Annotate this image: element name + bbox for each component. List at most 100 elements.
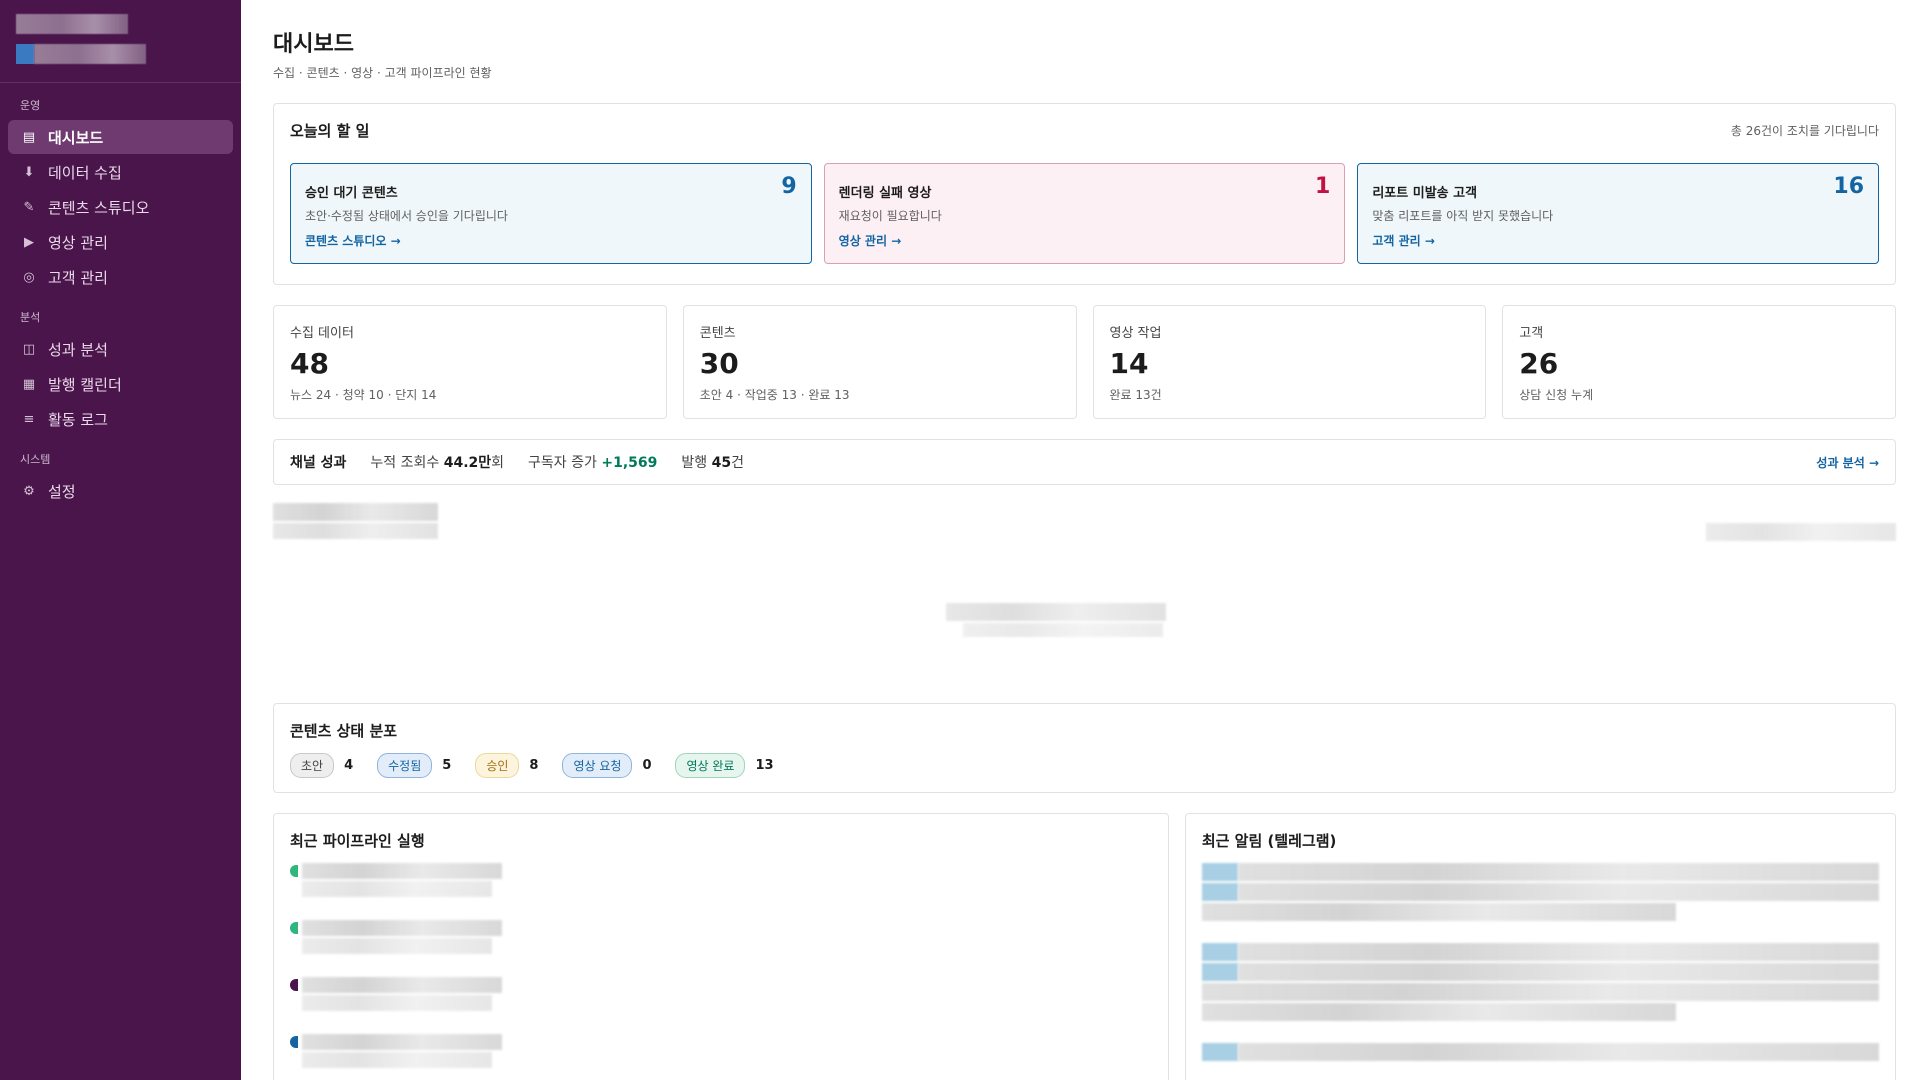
- stat-value: 26: [1519, 347, 1559, 380]
- stat-label: 콘텐츠: [699, 326, 736, 341]
- task-card: 승인 대기 콘텐츠 초안·수정됨 상태에서 승인을 기다립니다 콘텐츠 스튜디오…: [290, 163, 812, 264]
- stat-label: 수집 데이터: [290, 326, 354, 341]
- status-badges: 초안 4 수정됨 5 승인 8 영상 요청 0 영상 완료 13: [290, 753, 1879, 778]
- task-description: 재요청이 필요합니다: [838, 209, 942, 223]
- task-count: 1: [1315, 174, 1331, 199]
- task-count: 16: [1833, 174, 1865, 199]
- sidebar-item-dashboard[interactable]: ▤ 대시보드: [8, 120, 233, 154]
- sidebar-item-calendar[interactable]: ▦ 발행 캘린더: [8, 367, 233, 401]
- task-description: 맞춤 리포트를 아직 받지 못했습니다: [1372, 209, 1554, 223]
- publish-metric: 발행 45건: [681, 455, 744, 471]
- status-dot-icon: [290, 1036, 298, 1048]
- task-card: 렌더링 실패 영상 재요청이 필요합니다 영상 관리 → 1: [823, 163, 1346, 264]
- task-link[interactable]: 고객 관리 →: [1372, 232, 1435, 249]
- status-count: 13: [755, 758, 774, 773]
- stats-row: 수집 데이터 48 뉴스 24 · 청약 10 · 단지 14 콘텐츠 30 초…: [273, 305, 1896, 419]
- subscriber-metric: 구독자 증가 +1,569: [528, 455, 658, 471]
- task-link[interactable]: 콘텐츠 스튜디오 →: [305, 232, 401, 249]
- status-dot-icon: [290, 865, 298, 877]
- sidebar-item-log[interactable]: ≡ 활동 로그: [8, 402, 233, 436]
- sidebar-item-label: 활동 로그: [48, 410, 108, 429]
- page-subtitle: 수집 · 콘텐츠 · 영상 · 고객 파이프라인 현황: [273, 66, 492, 80]
- stat-detail: 상담 신청 누계: [1519, 388, 1594, 402]
- sidebar-item-content[interactable]: ✎ 콘텐츠 스튜디오: [8, 190, 233, 224]
- todo-title: 오늘의 할 일: [290, 122, 370, 140]
- stat-card: 고객 26 상담 신청 누계: [1502, 305, 1896, 419]
- stat-card: 수집 데이터 48 뉴스 24 · 청약 10 · 단지 14: [273, 305, 667, 419]
- channel-performance: 채널 성과 누적 조회수 44.2만회 구독자 증가 +1,569 발행 45건…: [273, 439, 1896, 485]
- stat-detail: 뉴스 24 · 청약 10 · 단지 14: [290, 388, 437, 402]
- sidebar-nav: 운영 ▤ 대시보드 ⬇ 데이터 수집 ✎ 콘텐츠 스튜디오 ▶ 영상 관리 ◎ 고객 관리 분석 ◫ 성과…: [0, 83, 241, 508]
- analytics-link[interactable]: 성과 분석 →: [1816, 454, 1879, 471]
- task-link[interactable]: 영상 관리 →: [839, 232, 902, 249]
- sidebar-item-settings[interactable]: ⚙ 설정: [8, 474, 233, 508]
- task-title: 렌더링 실패 영상: [838, 186, 932, 201]
- pipeline-run-row: [290, 977, 1152, 1034]
- list-icon: ≡: [23, 411, 35, 427]
- sidebar-item-label: 성과 분석: [48, 340, 108, 359]
- views-metric: 누적 조회수 44.2만회: [370, 455, 505, 471]
- stat-label: 영상 작업: [1109, 326, 1162, 341]
- sidebar-item-data[interactable]: ⬇ 데이터 수집: [8, 155, 233, 189]
- sidebar-item-video[interactable]: ▶ 영상 관리: [8, 225, 233, 259]
- sidebar-item-label: 데이터 수집: [48, 163, 122, 182]
- pencil-icon: ✎: [23, 199, 35, 215]
- task-description: 초안·수정됨 상태에서 승인을 기다립니다: [305, 209, 508, 223]
- target-icon: ◎: [23, 269, 35, 285]
- todo-summary: 총 26건이 조치를 기다립니다: [1730, 124, 1879, 138]
- status-count: 5: [442, 758, 452, 773]
- pipeline-panel: 최근 파이프라인 실행: [273, 813, 1169, 1080]
- columns-icon: ◫: [22, 341, 36, 357]
- status-badge: 승인: [475, 753, 520, 778]
- status-count: 8: [529, 758, 539, 773]
- distribution-title: 콘텐츠 상태 분포: [290, 722, 398, 740]
- stat-card: 영상 작업 14 완료 13건: [1092, 305, 1487, 419]
- stat-value: 48: [290, 347, 329, 380]
- task-title: 리포트 미발송 고객: [1372, 186, 1478, 201]
- gear-icon: ⚙: [23, 483, 35, 499]
- brand-subtitle-blurred: [16, 44, 146, 64]
- task-card: 리포트 미발송 고객 맞춤 리포트를 아직 받지 못했습니다 고객 관리 → 1…: [1357, 163, 1880, 264]
- sidebar-section-label: 시스템: [20, 453, 51, 466]
- sidebar-item-analytics[interactable]: ◫ 성과 분석: [8, 332, 233, 366]
- sidebar-item-label: 발행 캘린더: [48, 375, 122, 394]
- status-count: 0: [642, 758, 652, 773]
- status-badge: 수정됨: [377, 753, 433, 778]
- download-icon: ⬇: [23, 164, 35, 180]
- stat-value: 14: [1109, 347, 1149, 380]
- stat-value: 30: [699, 347, 739, 380]
- status-badge: 영상 요청: [562, 753, 633, 778]
- brand-name-blurred: [16, 14, 128, 34]
- status-dot-icon: [290, 922, 298, 934]
- bottom-panels: 최근 파이프라인 실행 최근 알림 (텔레그램): [273, 813, 1896, 1080]
- pipeline-title: 최근 파이프라인 실행: [290, 832, 425, 850]
- calendar-icon: ▦: [22, 376, 36, 392]
- channel-title: 채널 성과: [290, 455, 347, 471]
- sidebar-item-customers[interactable]: ◎ 고객 관리: [8, 260, 233, 294]
- page-title: 대시보드: [273, 32, 354, 57]
- content-status-distribution: 콘텐츠 상태 분포 초안 4 수정됨 5 승인 8 영상 요청 0 영상 완료 13: [273, 703, 1896, 793]
- pipeline-runs: [290, 863, 1152, 1080]
- pipeline-run-row: [290, 863, 1152, 920]
- pipeline-run-row: [290, 1034, 1152, 1080]
- alerts-title: 최근 알림 (텔레그램): [1201, 832, 1337, 850]
- alerts-panel: 최근 알림 (텔레그램): [1184, 813, 1896, 1080]
- alerts-list-blurred: [1201, 863, 1879, 1061]
- status-badge: 영상 완료: [675, 753, 746, 778]
- brand-logo: [0, 0, 241, 83]
- stat-detail: 완료 13건: [1109, 388, 1162, 402]
- pipeline-run-row: [290, 920, 1152, 977]
- sidebar-item-label: 고객 관리: [48, 268, 108, 287]
- sidebar-item-label: 콘텐츠 스튜디오: [48, 198, 150, 217]
- sidebar-item-label: 대시보드: [48, 128, 104, 147]
- play-icon: ▶: [24, 234, 34, 250]
- sidebar-item-label: 영상 관리: [48, 233, 108, 252]
- status-badge: 초안: [290, 753, 335, 778]
- task-count: 9: [781, 174, 797, 199]
- main-content: 대시보드 수집 · 콘텐츠 · 영상 · 고객 파이프라인 현황 오늘의 할 일…: [241, 0, 1920, 1080]
- todo-panel: 오늘의 할 일 총 26건이 조치를 기다립니다 승인 대기 콘텐츠 초안·수정…: [273, 103, 1896, 285]
- status-dot-icon: [290, 979, 298, 991]
- sidebar-section-label: 분석: [20, 311, 41, 324]
- task-title: 승인 대기 콘텐츠: [305, 186, 398, 201]
- sidebar-item-label: 설정: [48, 482, 76, 501]
